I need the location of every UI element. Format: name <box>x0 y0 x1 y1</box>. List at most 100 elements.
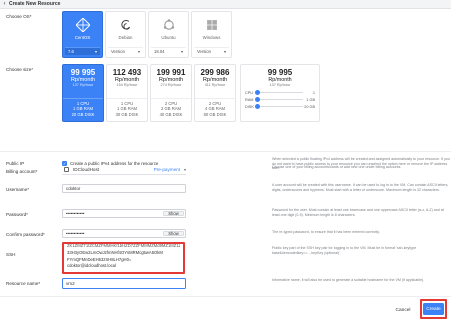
disk-slider[interactable]: DISK 20 GB <box>245 104 315 110</box>
size-card[interactable]: 199 991 Rp/month 274 Rp/hour 2 CPU 2 GB … <box>150 64 192 122</box>
windows-icon <box>206 20 217 30</box>
size-spec: 2 CPU 4 GB RAM 60 GB DISK <box>195 98 235 117</box>
credit-card-icon <box>64 167 69 172</box>
show-confirm-password-button[interactable]: Show <box>163 231 184 236</box>
resource-name-value: vm2 <box>66 281 75 286</box>
chevron-down-icon: ▾ <box>94 49 97 54</box>
password-input[interactable]: •••••••••••• Show <box>62 209 186 218</box>
size-per-hour: 274 Rp/hour <box>160 83 182 87</box>
size-card[interactable]: 112 493 Rp/month 154 Rp/hour 1 CPU 1 GB … <box>106 64 148 122</box>
username-value: cdoktor <box>66 186 81 191</box>
size-disk: 20 GB DISK <box>71 111 95 117</box>
os-name: Ubuntu <box>161 35 176 40</box>
cancel-button[interactable]: Cancel <box>392 305 414 315</box>
show-password-button[interactable]: Show <box>163 211 184 216</box>
os-version-select[interactable]: 18.04 ▾ <box>151 47 186 55</box>
confirm-password-value: •••••••••••• <box>66 231 85 236</box>
ram-slider-handle[interactable] <box>254 97 260 103</box>
disk-slider-track[interactable] <box>254 104 303 110</box>
size-price: 112 493 <box>112 68 142 77</box>
os-version-value: Version <box>197 49 211 54</box>
arrow-left-icon[interactable]: ‹ <box>0 1 9 7</box>
ssh-label: SSH <box>6 252 16 257</box>
resource-name-hint: Informative name, it will also be used t… <box>272 278 425 282</box>
size-card[interactable]: 299 986 Rp/month 411 Rp/hour 2 CPU 4 GB … <box>194 64 236 122</box>
size-price: 199 991 <box>156 68 186 77</box>
debian-icon <box>120 19 130 30</box>
size-spec: 2 CPU 2 GB RAM 40 GB DISK <box>151 98 191 117</box>
ssh-key-line: FYmQFMnDeEH53zSH8LH7gH0= <box>67 256 132 262</box>
chevron-down-icon: ▾ <box>223 49 226 54</box>
os-version-select[interactable]: Version ▾ <box>108 47 143 55</box>
os-name: CentOS <box>74 35 91 40</box>
size-disk: 30 GB DISK <box>115 111 139 117</box>
footer-bar <box>0 296 451 321</box>
size-card[interactable]: 99 995 Rp/month 137 Rp/hour 1 CPU 1 GB R… <box>62 64 104 122</box>
cpu-slider-track[interactable] <box>254 90 303 96</box>
billing-label: Billing account* <box>6 169 38 174</box>
username-label: Username* <box>6 187 29 192</box>
centos-icon <box>75 18 90 32</box>
billing-select[interactable]: IDCloudHost Pre-payment ▾ <box>62 165 186 175</box>
ssh-hint: Public key part of the SSH key pair for … <box>272 246 417 255</box>
billing-hint: Choose one of your billing accounts/card… <box>272 165 402 169</box>
size-per-hour: 154 Rp/hour <box>116 83 138 87</box>
custom-size-card[interactable]: 99 995 Rp/month 137 Rp/hour CPU 1 RAM 1 … <box>240 64 320 122</box>
os-version-select[interactable]: 7.6 ▾ <box>65 47 100 55</box>
size-disk: 40 GB DISK <box>159 111 183 117</box>
chevron-down-icon: ▾ <box>137 49 140 54</box>
cpu-slider-value: 1 <box>312 90 315 95</box>
size-price: 299 986 <box>200 68 230 77</box>
create-button[interactable]: Create <box>423 303 444 315</box>
ram-slider-value: 1 GB <box>306 97 315 102</box>
ssh-key-line: 33H3yOEw2LmOwJzfmNHf4OYsMRMcg5wA5OkM <box>67 249 163 255</box>
username-hint: A user account will be created with this… <box>272 183 449 192</box>
billing-account-name: IDCloudHost <box>73 167 100 172</box>
os-version-value: Version <box>111 49 125 54</box>
confirm-password-label: Confirm password* <box>6 232 45 237</box>
custom-price: 99 995 <box>267 68 293 77</box>
ram-slider-track[interactable] <box>254 97 303 103</box>
ram-slider[interactable]: RAM 1 GB <box>245 97 315 103</box>
size-per-hour: 411 Rp/hour <box>204 83 226 87</box>
disk-slider-handle[interactable] <box>254 104 260 110</box>
ssh-key-line: ZK1ZMZT1fZCMZFMMHKf1bHZD7ZZFMMMZMd9MZ1MZ… <box>67 243 180 248</box>
disk-slider-value: 20 GB <box>304 104 315 109</box>
os-card-ubuntu[interactable]: Ubuntu 18.04 ▾ <box>148 11 189 58</box>
window-title: Create New Resource <box>9 1 61 7</box>
ssh-key-textarea[interactable]: ZK1ZMZT1fZCMZFMMHKf1bHZD7ZZFMMMZMd9MZ1MZ… <box>62 242 185 274</box>
size-spec: 1 CPU 1 GB RAM 30 GB DISK <box>107 98 147 117</box>
os-version-select[interactable]: Version ▾ <box>194 47 229 55</box>
os-card-debian[interactable]: Debian Version ▾ <box>105 11 146 58</box>
password-value: •••••••••••• <box>66 211 85 216</box>
public-ip-label: Public IP <box>6 161 25 166</box>
resource-name-input[interactable]: vm2 <box>62 278 186 289</box>
resource-name-label: Resource name* <box>6 281 41 286</box>
confirm-password-input[interactable]: •••••••••••• Show <box>62 229 186 238</box>
chevron-down-icon: ▾ <box>183 167 186 172</box>
size-per-hour: 137 Rp/hour <box>72 83 94 87</box>
password-label: Password* <box>6 212 28 217</box>
ssh-key-line: cdoktor@idcloudhost.local <box>67 263 116 269</box>
billing-plan: Pre-payment <box>153 167 180 172</box>
chevron-down-icon: ▾ <box>180 49 183 54</box>
cpu-slider-handle[interactable] <box>254 90 260 96</box>
os-label: Choose OS* <box>6 14 32 19</box>
password-hint: Password for the user. Must contain at l… <box>272 208 444 217</box>
confirm-password-hint: The re-typed password, to ensure that it… <box>272 230 380 234</box>
size-disk: 60 GB DISK <box>203 111 227 117</box>
username-input[interactable]: cdoktor <box>62 184 186 193</box>
os-name: Windows <box>202 35 221 40</box>
os-version-value: 18.04 <box>154 49 165 54</box>
size-price: 99 995 <box>70 68 96 77</box>
ubuntu-icon <box>163 19 174 30</box>
os-name: Debian <box>118 35 133 40</box>
os-card-centos[interactable]: CentOS 7.6 ▾ <box>62 11 103 58</box>
os-card-windows[interactable]: Windows Version ▾ <box>191 11 232 58</box>
custom-per-hour: 137 Rp/hour <box>269 83 291 87</box>
divider <box>0 151 451 152</box>
size-spec: 1 CPU 1 GB RAM 20 GB DISK <box>63 98 103 117</box>
cpu-slider[interactable]: CPU 1 <box>245 90 315 96</box>
os-version-value: 7.6 <box>68 49 74 54</box>
title-bar: ‹ Create New Resource <box>0 0 451 9</box>
